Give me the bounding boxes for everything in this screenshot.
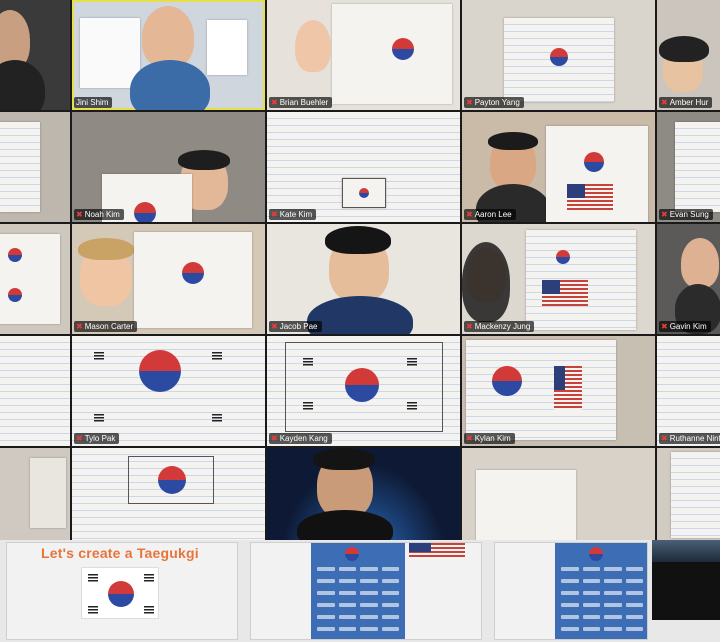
video-tile[interactable]: ✖ Tylo Pak — [72, 336, 265, 446]
video-tile[interactable] — [0, 112, 70, 222]
video-tile[interactable] — [0, 336, 70, 446]
mic-off-icon: ✖ — [466, 98, 473, 107]
participant-name-tag: Jini Shim — [74, 97, 113, 108]
video-tile[interactable]: ✖ Mason Carter — [72, 224, 265, 334]
slide-filmstrip: Let's create a Taegukgi — [0, 540, 720, 642]
participant-name-tag: ✖ Gavin Kim — [659, 321, 711, 332]
video-tile-host[interactable]: Jini Shim — [72, 0, 265, 110]
video-tile[interactable]: ✖ Kayden Kang — [267, 336, 460, 446]
participant-name-tag: ✖ Brian Buehler — [269, 97, 333, 108]
mic-off-icon: ✖ — [466, 210, 473, 219]
video-tile[interactable]: ✖ Kate Kim — [267, 112, 460, 222]
video-tile[interactable] — [0, 0, 70, 110]
taegukgi-image — [81, 567, 159, 619]
slide-title: Let's create a Taegukgi — [41, 545, 199, 561]
video-tile[interactable]: ✖ Kylan Kim — [462, 336, 655, 446]
mic-off-icon: ✖ — [661, 210, 668, 219]
slide-thumbnail-2[interactable] — [250, 542, 482, 640]
video-thumbnail-panel[interactable] — [652, 540, 720, 620]
video-tile[interactable] — [462, 448, 655, 540]
participant-name-tag: ✖ Amber Hur — [659, 97, 713, 108]
video-tile[interactable]: ✖ Noah Kim — [72, 112, 265, 222]
video-tile[interactable]: ✖ Amber Hur — [657, 0, 720, 110]
mic-off-icon: ✖ — [76, 434, 83, 443]
slide-thumbnail-1[interactable]: Let's create a Taegukgi — [6, 542, 238, 640]
trigram-chart — [311, 543, 405, 639]
mic-off-icon: ✖ — [271, 98, 278, 107]
mic-off-icon: ✖ — [76, 210, 83, 219]
video-tile[interactable]: ✖ Gavin Kim — [657, 224, 720, 334]
participant-name-tag: ✖ Kayden Kang — [269, 433, 332, 444]
video-tile[interactable]: ✖ Ruthanne Ninfa — [657, 336, 720, 446]
participant-name-tag: ✖ Evan Sung — [659, 209, 713, 220]
video-tile[interactable]: ✖ Aaron Lee — [462, 112, 655, 222]
mic-off-icon: ✖ — [466, 322, 473, 331]
video-tile[interactable] — [0, 448, 70, 540]
video-tile[interactable] — [657, 448, 720, 540]
participant-name-tag: ✖ Payton Yang — [464, 97, 524, 108]
participant-name-tag: ✖ Mason Carter — [74, 321, 138, 332]
trigram-chart — [555, 543, 647, 639]
video-tile[interactable]: ✖ Payton Yang — [462, 0, 655, 110]
participant-name-tag: ✖ Noah Kim — [74, 209, 124, 220]
mic-off-icon: ✖ — [271, 210, 278, 219]
participant-name-tag: ✖ Aaron Lee — [464, 209, 516, 220]
participant-name-tag: ✖ Tylo Pak — [74, 433, 120, 444]
video-tile[interactable]: ✖ Mackenzy Jung — [462, 224, 655, 334]
participant-name-tag: ✖ Jacob Pae — [269, 321, 322, 332]
mic-off-icon: ✖ — [76, 322, 83, 331]
participant-name-tag: ✖ Mackenzy Jung — [464, 321, 535, 332]
video-tile[interactable] — [72, 448, 265, 540]
mic-off-icon: ✖ — [271, 434, 278, 443]
video-tile[interactable]: ✖ Jacob Pae — [267, 224, 460, 334]
video-tile[interactable]: ✖ Brian Buehler — [267, 0, 460, 110]
video-tile[interactable] — [0, 224, 70, 334]
participant-name-tag: ✖ Ruthanne Ninfa — [659, 433, 720, 444]
slide-thumbnail-3[interactable] — [494, 542, 648, 640]
video-tile[interactable] — [267, 448, 460, 540]
video-grid: Jini Shim ✖ Brian Buehler ✖ Payton Yang ✖ A… — [0, 0, 720, 540]
video-tile[interactable]: ✖ Evan Sung — [657, 112, 720, 222]
us-flag-image — [409, 543, 465, 559]
mic-off-icon: ✖ — [661, 434, 668, 443]
participant-name-tag: ✖ Kate Kim — [269, 209, 317, 220]
mic-off-icon: ✖ — [661, 98, 668, 107]
mic-off-icon: ✖ — [271, 322, 278, 331]
mic-off-icon: ✖ — [661, 322, 668, 331]
mic-off-icon: ✖ — [466, 434, 473, 443]
participant-name-tag: ✖ Kylan Kim — [464, 433, 515, 444]
